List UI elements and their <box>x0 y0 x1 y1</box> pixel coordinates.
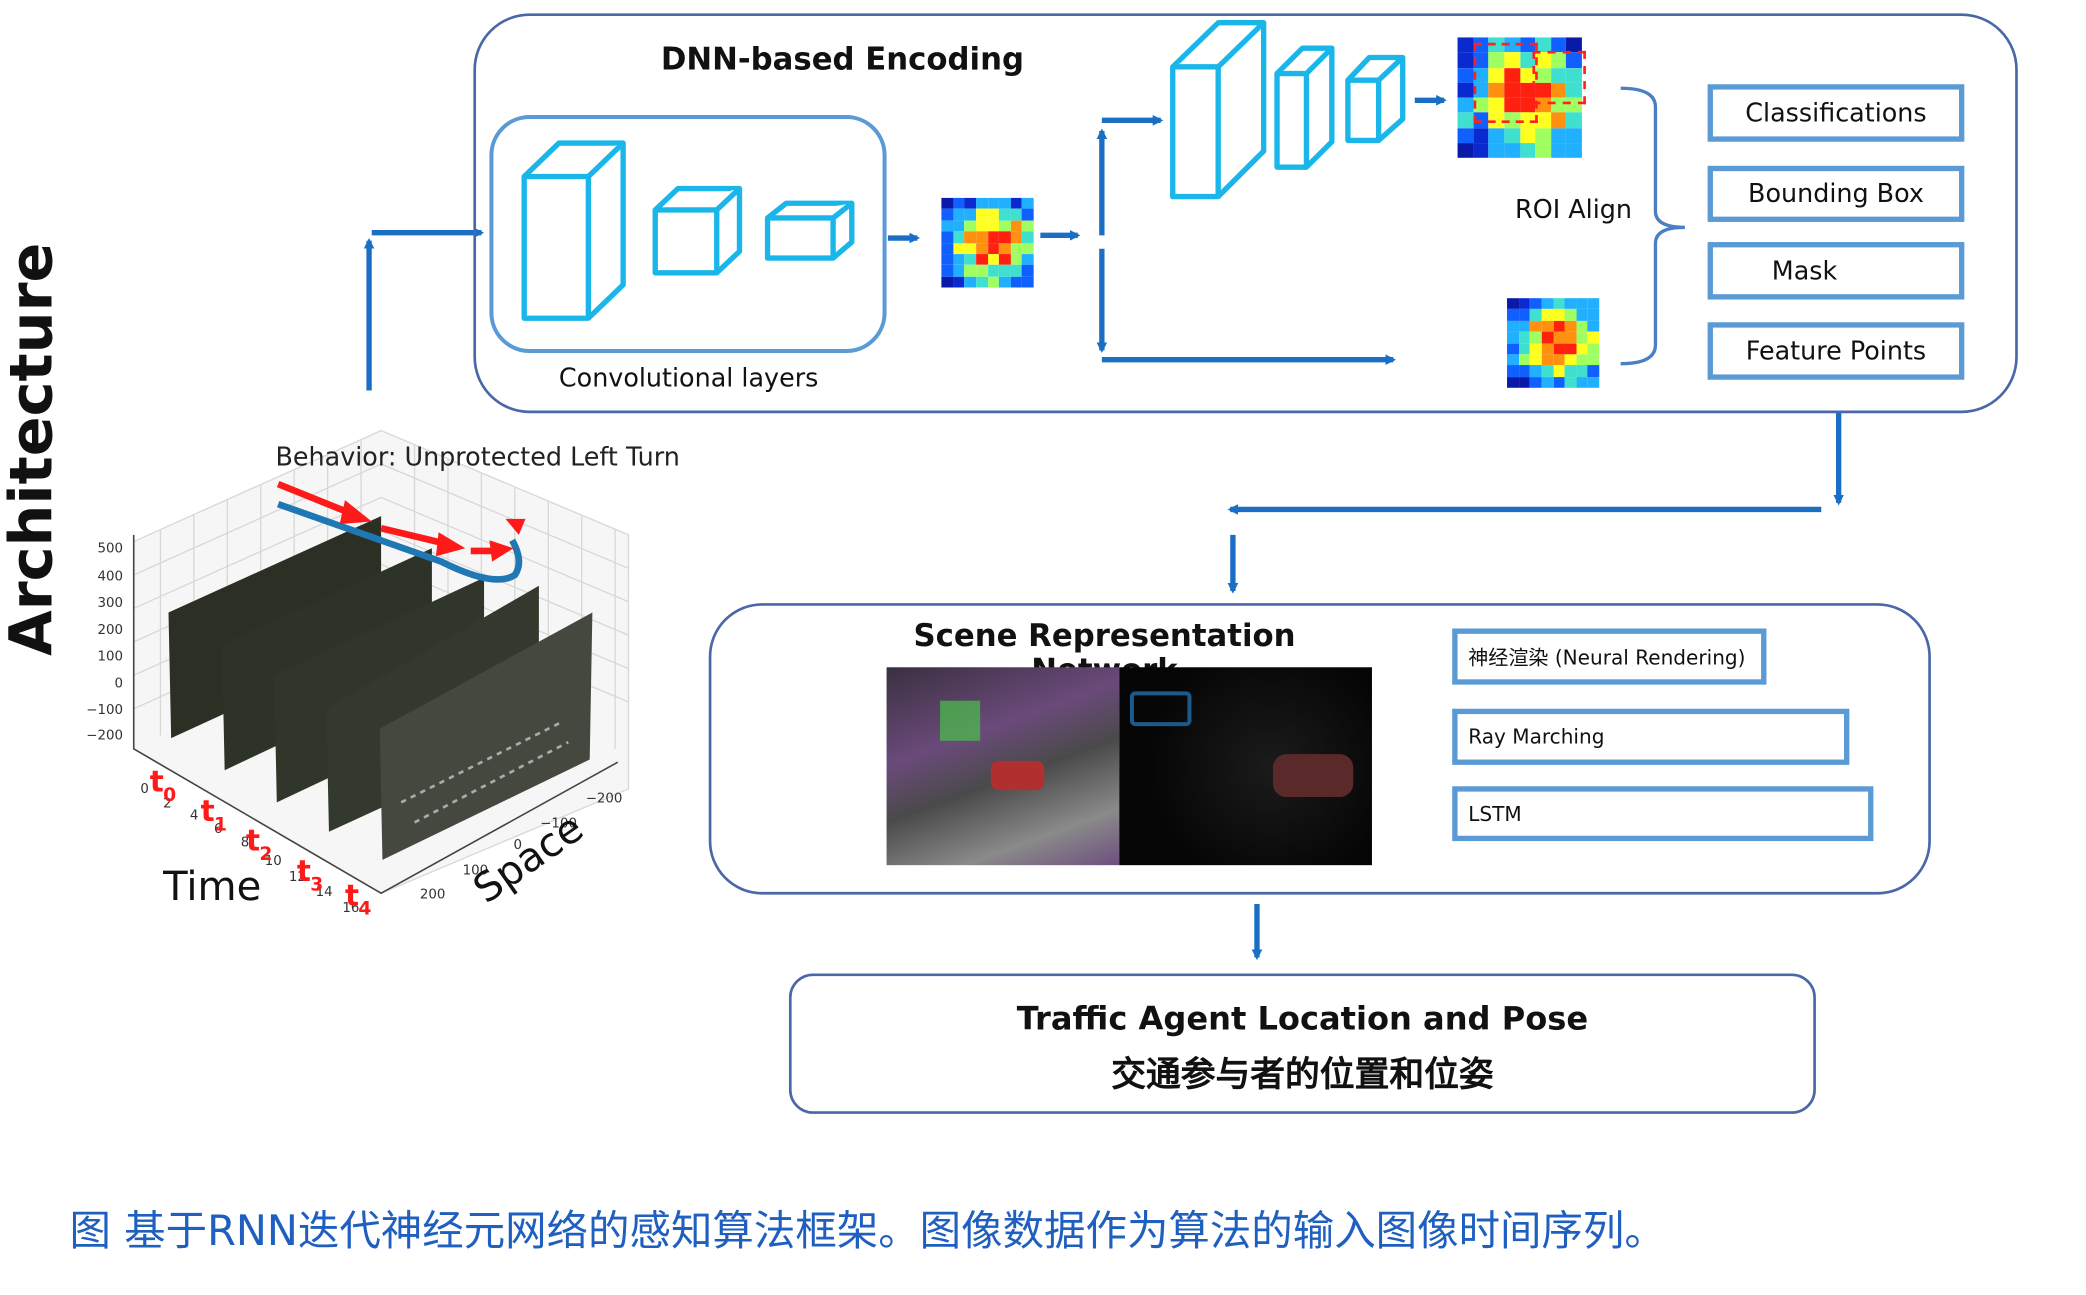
scene-item-lstm: LSTM <box>1452 786 1874 842</box>
time-marker: t <box>246 825 261 859</box>
space-tick-label: 200 <box>419 887 446 903</box>
z-tick-label: 500 <box>97 541 124 557</box>
time-marker-subscript: 0 <box>163 784 177 807</box>
z-tick-label: −200 <box>86 728 124 744</box>
time-tick-label: 0 <box>140 782 149 797</box>
time-marker: t <box>200 795 215 830</box>
figure-caption: 图 基于RNN迭代神经元网络的感知算法框架。图像数据作为算法的输入图像时间序列。 <box>69 1207 1666 1256</box>
time-marker: t <box>149 766 164 800</box>
architecture-diagram: Architecture DNN-based Encoding Convolut… <box>0 0 2086 1294</box>
z-tick-label: 400 <box>97 569 124 585</box>
lidar-image <box>1119 667 1372 866</box>
z-tick-label: 100 <box>97 649 124 665</box>
time-axis-label: Time <box>163 863 262 911</box>
time-marker-subscript: 3 <box>310 874 324 896</box>
z-tick-label: 0 <box>114 676 124 692</box>
time-tick-label: 4 <box>189 809 199 824</box>
z-tick-label: 200 <box>97 623 124 638</box>
result-title-en: Traffic Agent Location and Pose <box>1016 1000 1589 1038</box>
time-marker: t <box>296 855 311 890</box>
result-title-zh: 交通参与者的位置和位姿 <box>1111 1055 1494 1096</box>
scene-item-neural-rendering: 神经渲染 (Neural Rendering) <box>1452 628 1767 685</box>
time-marker-subscript: 4 <box>358 898 372 920</box>
z-tick-label: −100 <box>86 703 124 719</box>
segmentation-image <box>886 667 1120 866</box>
scene-item-ray-marching: Ray Marching <box>1452 708 1850 765</box>
plot-title: Behavior: Unprotected Left Turn <box>275 442 680 473</box>
space-tick-label: −200 <box>585 791 623 807</box>
time-marker: t <box>344 879 360 914</box>
time-marker-subscript: 2 <box>259 843 273 866</box>
z-tick-label: 300 <box>97 596 124 612</box>
time-marker-subscript: 1 <box>213 814 227 836</box>
